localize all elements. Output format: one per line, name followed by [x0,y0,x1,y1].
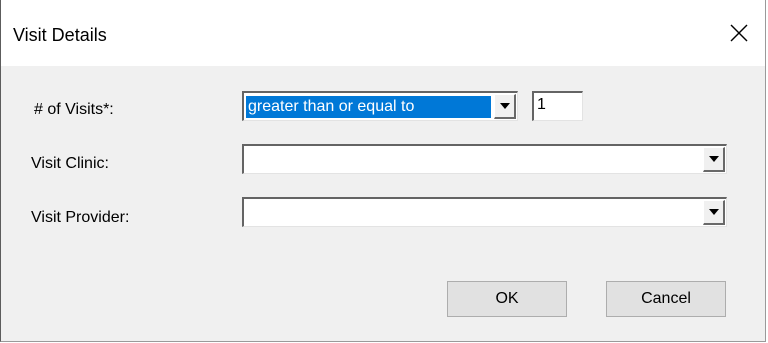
dialog-body: # of Visits*: greater than or equal to 1… [1,66,765,341]
clinic-label: Visit Clinic: [31,155,109,172]
title-bar: Visit Details [1,0,765,66]
clinic-select[interactable] [242,144,727,174]
visit-details-dialog: Visit Details # of Visits*: greater than… [0,0,766,342]
chevron-down-icon [708,156,719,162]
provider-select[interactable] [242,197,727,227]
clinic-value [246,149,700,171]
chevron-down-icon [708,209,719,215]
visits-operator-dropdown-button[interactable] [494,94,516,119]
ok-button[interactable]: OK [447,281,567,317]
cancel-button[interactable]: Cancel [606,281,726,317]
visits-label: # of Visits*: [34,101,114,118]
clinic-dropdown-button[interactable] [703,147,725,172]
visits-operator-value: greater than or equal to [246,96,491,118]
close-button[interactable] [713,10,765,56]
visits-count-input[interactable]: 1 [532,91,583,121]
provider-label: Visit Provider: [31,209,130,226]
chevron-down-icon [499,103,510,109]
dialog-title: Visit Details [13,25,107,45]
provider-value [246,202,700,224]
visits-operator-select[interactable]: greater than or equal to [242,91,518,121]
provider-dropdown-button[interactable] [703,200,725,225]
close-icon [730,24,748,42]
